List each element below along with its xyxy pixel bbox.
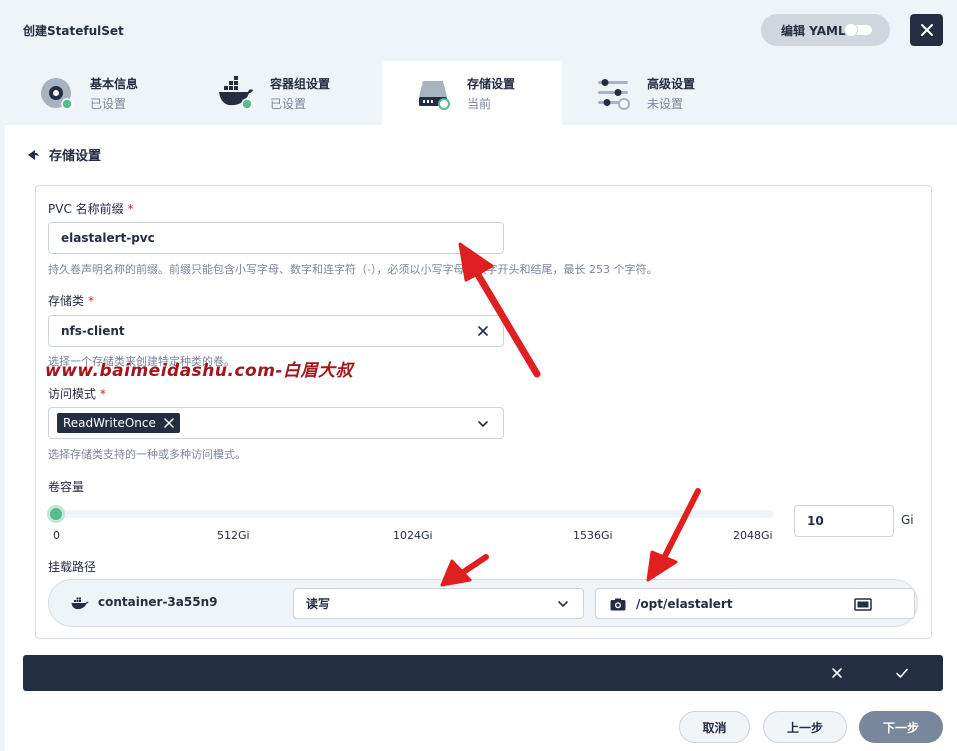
storage-settings-panel: 存储设置 PVC 名称前缀 * elastalert-pvc 持久卷声明名称的前缀… [5,125,957,751]
next-button[interactable]: 下一步 [859,711,943,743]
pvc-prefix-label: PVC 名称前缀 * [48,202,134,216]
watermark-text: www.baimeidashu.com-白眉大叔 [45,361,353,381]
capacity-slider-handle[interactable] [47,505,65,523]
pvc-prefix-input[interactable]: elastalert-pvc [48,222,504,254]
tab-basic-info[interactable]: 基本信息 已设置 [5,61,185,125]
close-button[interactable] [910,14,943,46]
toggle-switch[interactable] [844,23,872,37]
mount-path-input[interactable]: /opt/elastalert [595,588,915,619]
step-tabs: 基本信息 已设置 容器组设置 已设置 存储设置 当前 高级设置 未设置 [5,61,957,125]
slider-tick: 2048Gi [733,529,773,542]
remove-tag-icon[interactable] [164,418,174,428]
step-status: 当前 [467,97,492,111]
tab-storage-settings[interactable]: 存储设置 当前 [382,61,562,125]
cancel-edit-icon[interactable] [830,666,844,680]
cancel-button[interactable]: 取消 [679,711,750,743]
confirm-check-icon[interactable] [895,666,909,680]
docker-icon [71,597,89,610]
access-mode-select[interactable]: ReadWriteOnce [48,407,504,439]
step-status: 已设置 [270,97,307,111]
step-title: 存储设置 [467,77,516,91]
volume-edit-bar [23,655,943,691]
step-status: 未设置 [647,97,684,111]
capacity-unit: Gi [901,513,914,527]
capacity-slider-track[interactable] [52,510,774,518]
mount-path-row: container-3a55n9 读写 /opt/elastalert [48,579,918,627]
section-header[interactable]: 存储设置 [27,145,101,164]
slider-tick: 0 [53,529,60,542]
step-status: 已设置 [90,97,127,111]
step-title: 容器组设置 [270,77,331,91]
storage-disk-icon [419,81,450,110]
sliders-icon [598,79,630,110]
clear-icon[interactable] [477,325,489,337]
pvc-prefix-hint: 持久卷声明名称的前缀。前缀只能包含小写字母、数字和连字符（-），必须以小写字母或… [48,263,658,276]
slider-tick: 512Gi [217,529,250,542]
step-title: 基本信息 [90,77,139,91]
back-arrow-icon[interactable] [27,149,43,161]
section-title: 存储设置 [49,149,102,164]
access-mode-hint: 选择存储类支持的一种或多种访问模式。 [48,448,246,461]
storage-class-select[interactable]: nfs-client [48,315,504,347]
basic-info-icon [41,78,73,110]
docker-icon [219,76,253,110]
close-icon [920,24,933,36]
storage-class-label: 存储类 * [48,294,95,308]
access-mode-label: 访问模式 * [48,387,107,401]
dialog-title: 创建StatefulSet [23,24,124,38]
mount-mode-select[interactable]: 读写 [293,588,584,619]
previous-button[interactable]: 上一步 [763,711,847,743]
edit-yaml-label: 编辑 YAML [781,23,846,38]
mount-path-label: 挂载路径 [48,560,97,574]
tab-container-settings[interactable]: 容器组设置 已设置 [185,61,365,125]
capacity-input[interactable]: 10 [794,505,894,537]
volume-capacity-label: 卷容量 [48,480,85,494]
edit-yaml-toggle[interactable]: 编辑 YAML [761,14,890,46]
dialog-header: 创建StatefulSet 编辑 YAML [0,0,957,60]
slider-tick: 1536Gi [573,529,613,542]
camera-icon [610,598,626,611]
access-mode-tag: ReadWriteOnce [57,413,180,433]
volume-template-card: PVC 名称前缀 * elastalert-pvc 持久卷声明名称的前缀。前缀只能… [35,185,932,639]
container-name: container-3a55n9 [98,595,218,609]
sub-path-icon[interactable] [854,598,872,611]
step-title: 高级设置 [647,77,696,91]
slider-tick: 1024Gi [393,529,433,542]
chevron-down-icon [478,421,488,428]
tab-advanced-settings[interactable]: 高级设置 未设置 [562,61,742,125]
chevron-down-icon [558,601,568,608]
